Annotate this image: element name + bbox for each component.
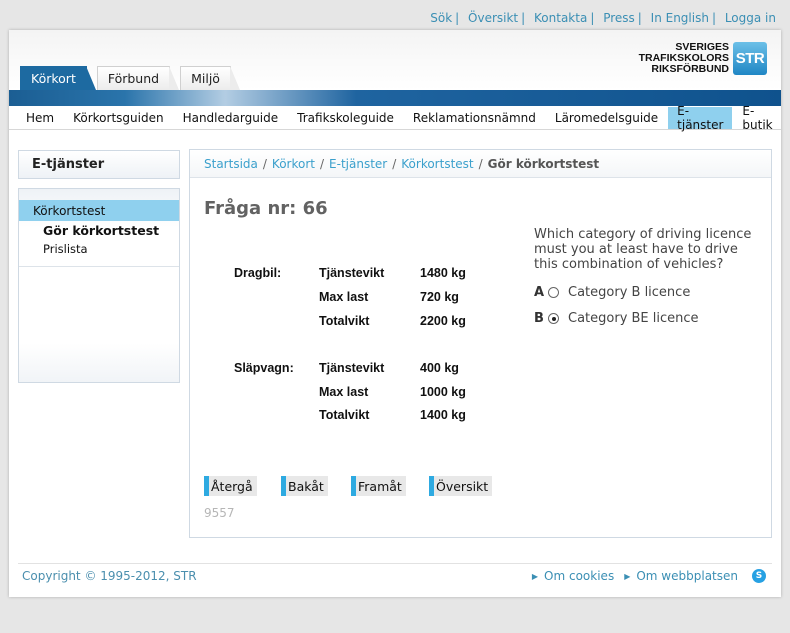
back-to-label: Återgå xyxy=(211,478,253,494)
towing-val-1: 1480 kg xyxy=(420,266,466,280)
sidebar-item-prislista[interactable]: Prislista xyxy=(43,242,88,256)
trailer-key-2: Max last xyxy=(319,385,369,399)
breadcrumb: Startsida / Körkort / E-tjänster / Körkorts… xyxy=(190,150,771,178)
answer-option-b[interactable]: B Category BE licence xyxy=(534,311,699,326)
towing-label: Dragbil: xyxy=(234,266,282,280)
content-panel: Startsida / Körkort / E-tjänster / Körkorts… xyxy=(189,149,772,538)
button-marker xyxy=(351,476,356,496)
nav-item-laromedelsguide[interactable]: Läromedelsguide xyxy=(546,107,667,129)
footer-divider xyxy=(18,563,772,564)
towing-key-3: Totalvikt xyxy=(319,314,370,328)
section-tabs: Körkort Förbund Miljö xyxy=(20,66,240,90)
previous-button[interactable]: Bakåt xyxy=(281,476,328,496)
sidebar-menu: Körkortstest Gör körkortstest Prislista xyxy=(18,188,180,383)
overview-label: Översikt xyxy=(436,478,489,494)
breadcrumb-korkortstest[interactable]: Körkortstest xyxy=(401,157,473,171)
str-logo[interactable]: SVERIGES TRAFIKSKOLORS RIKSFÖRBUND STR xyxy=(639,42,767,75)
towing-val-2: 720 kg xyxy=(420,290,459,304)
next-label: Framåt xyxy=(358,478,402,494)
nav-item-korkortsguiden[interactable]: Körkortsguiden xyxy=(64,107,172,129)
nav-item-e-tjanster[interactable]: E-tjänster xyxy=(668,104,733,132)
trailer-val-3: 1400 kg xyxy=(420,408,466,422)
copyright: Copyright © 1995-2012, STR xyxy=(22,569,197,583)
button-marker xyxy=(204,476,209,496)
sidebar-divider xyxy=(19,266,179,267)
util-link-contact[interactable]: Kontakta xyxy=(534,11,587,25)
towing-key-1: Tjänstevikt xyxy=(319,266,385,280)
nav-item-reklamationsnamnd[interactable]: Reklamationsnämnd xyxy=(404,107,545,129)
logo-mark: STR xyxy=(733,42,767,75)
trailer-key-3: Totalvikt xyxy=(319,408,370,422)
util-link-english[interactable]: In English xyxy=(651,11,709,25)
breadcrumb-korkort[interactable]: Körkort xyxy=(272,157,315,171)
header: SVERIGES TRAFIKSKOLORS RIKSFÖRBUND STR K… xyxy=(9,30,781,90)
main-nav: Hem Körkortsguiden Handledarguide Trafik… xyxy=(9,104,781,132)
next-button[interactable]: Framåt xyxy=(351,476,406,496)
sidebar-title: E-tjänster xyxy=(18,150,180,179)
breadcrumb-e-tjanster[interactable]: E-tjänster xyxy=(329,157,387,171)
option-a-label: Category B licence xyxy=(568,285,691,300)
breadcrumb-current: Gör körkortstest xyxy=(487,156,600,171)
nav-item-hem[interactable]: Hem xyxy=(17,107,63,129)
trailer-label: Släpvagn: xyxy=(234,361,294,375)
nav-item-trafikskoleguide[interactable]: Trafikskoleguide xyxy=(288,107,403,129)
util-link-overview[interactable]: Översikt xyxy=(468,11,518,25)
footer-links: ▶ Om cookies ▶ Om webbplatsen xyxy=(522,569,738,583)
option-a-radio[interactable] xyxy=(548,287,559,298)
trailer-val-1: 400 kg xyxy=(420,361,459,375)
tab-forbund[interactable]: Förbund xyxy=(96,66,180,90)
option-b-letter: B xyxy=(534,311,544,326)
overview-button[interactable]: Översikt xyxy=(429,476,493,496)
back-to-button[interactable]: Återgå xyxy=(204,476,257,496)
previous-label: Bakåt xyxy=(288,478,324,494)
nav-item-e-butik[interactable]: E-butik xyxy=(733,104,781,132)
trailer-key-1: Tjänstevikt xyxy=(319,361,385,375)
towing-key-2: Max last xyxy=(319,290,369,304)
sidebar-item-gor-korkortstest[interactable]: Gör körkortstest xyxy=(43,223,159,238)
util-link-search[interactable]: Sök xyxy=(430,11,452,25)
button-marker xyxy=(281,476,286,496)
option-b-label: Category BE licence xyxy=(568,311,699,326)
arrow-icon: ▶ xyxy=(531,571,539,581)
utility-links: Sök | Översikt | Kontakta | Press | In Engli… xyxy=(430,11,776,25)
util-link-login[interactable]: Logga in xyxy=(725,11,776,25)
page-frame: SVERIGES TRAFIKSKOLORS RIKSFÖRBUND STR K… xyxy=(9,30,781,597)
question-text: Which category of driving licence must y… xyxy=(534,227,752,272)
answer-option-a[interactable]: A Category B licence xyxy=(534,285,690,300)
footer-link-cookies[interactable]: Om cookies xyxy=(544,569,614,583)
button-marker xyxy=(429,476,434,496)
tab-miljo[interactable]: Miljö xyxy=(180,66,240,90)
option-a-letter: A xyxy=(534,285,545,300)
skype-icon[interactable]: S xyxy=(752,569,766,583)
question-title: Fråga nr: 66 xyxy=(204,198,328,219)
breadcrumb-startsida[interactable]: Startsida xyxy=(204,157,258,171)
logo-line-3: RIKSFÖRBUND xyxy=(651,63,729,75)
footer-link-about[interactable]: Om webbplatsen xyxy=(636,569,738,583)
sidebar-item-korkortstest[interactable]: Körkortstest xyxy=(19,200,179,221)
arrow-icon: ▶ xyxy=(624,571,631,581)
header-bar xyxy=(9,90,781,106)
option-b-radio[interactable] xyxy=(548,313,559,324)
question-id: 9557 xyxy=(204,506,235,520)
tab-korkort[interactable]: Körkort xyxy=(20,66,96,90)
nav-item-handledarguide[interactable]: Handledarguide xyxy=(174,107,288,129)
trailer-val-2: 1000 kg xyxy=(420,385,466,399)
util-link-press[interactable]: Press xyxy=(603,11,635,25)
towing-val-3: 2200 kg xyxy=(420,314,466,328)
